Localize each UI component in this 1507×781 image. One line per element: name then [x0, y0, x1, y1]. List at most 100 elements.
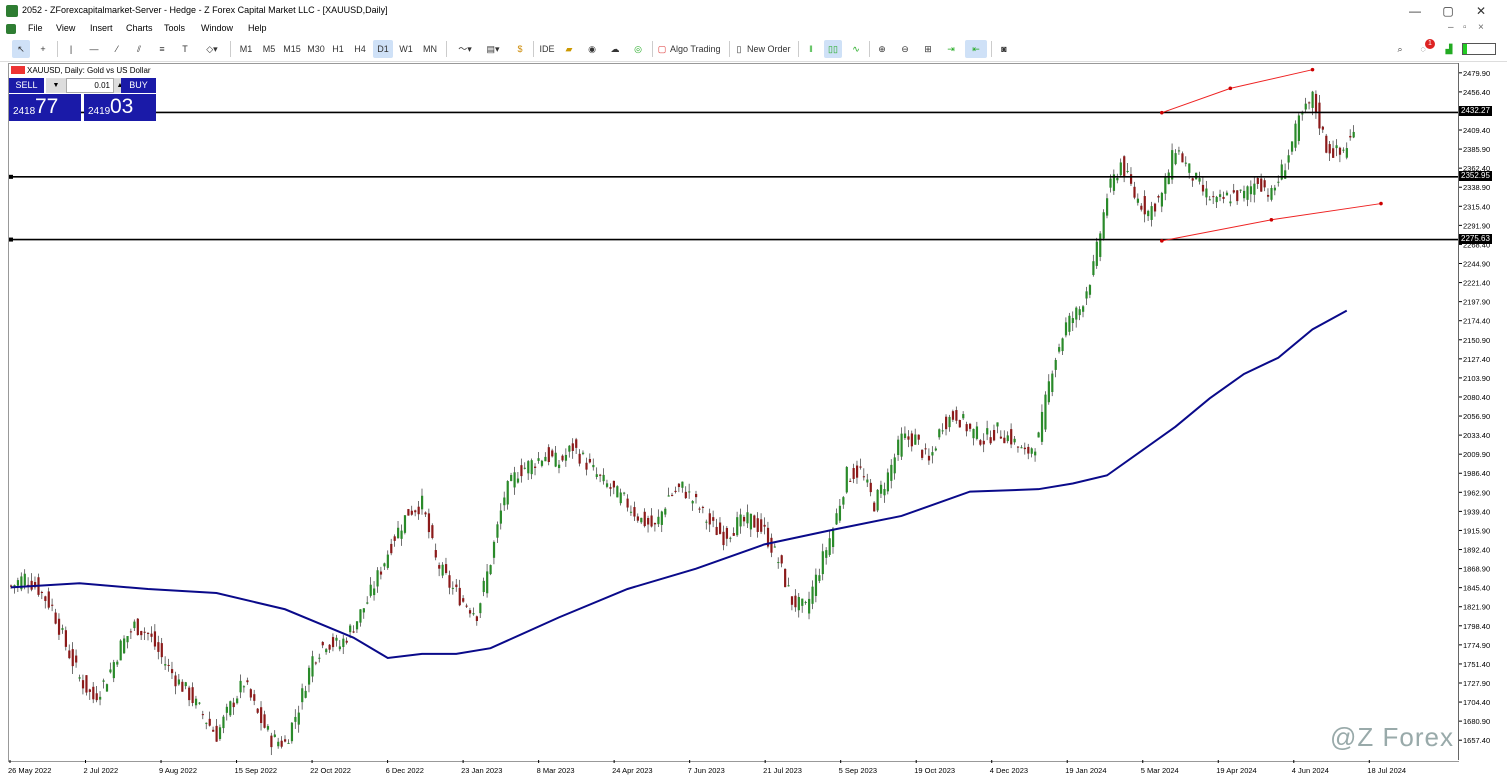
chart-canvas[interactable] [8, 63, 1459, 762]
candle-body [835, 513, 838, 525]
channel-anchor [1160, 110, 1164, 115]
community-icon[interactable]: ◎ [629, 40, 647, 58]
mdi-close-button[interactable]: × [1478, 22, 1484, 33]
new-order-icon: ▯ [736, 44, 742, 54]
lot-size-input[interactable]: 0.01 [66, 78, 114, 93]
candle-body [157, 642, 160, 652]
timeframe-h4-button[interactable]: H4 [351, 40, 369, 58]
fibonacci-icon[interactable]: ≡ [153, 40, 171, 58]
candle-body [941, 430, 944, 432]
candle-body [64, 630, 67, 647]
candle-body [438, 565, 441, 569]
mdi-minimize-button[interactable]: – [1448, 22, 1454, 33]
search-icon[interactable]: ⌕ [1391, 40, 1409, 58]
time-axis[interactable]: 26 May 2022 2 Jul 2022 9 Aug 2022 15 Sep 20… [8, 760, 1458, 778]
trendline-icon[interactable]: ⁄ [108, 40, 126, 58]
line-chart-icon[interactable]: ∿ [847, 40, 865, 58]
timeframe-h1-button[interactable]: H1 [329, 40, 347, 58]
buy-price-pips: 03 [110, 95, 134, 118]
channel-icon[interactable]: ⫽ [130, 40, 148, 58]
algo-trading-button[interactable]: Algo Trading [670, 40, 728, 58]
timeframe-m5-button[interactable]: M5 [259, 40, 279, 58]
timeframe-m15-button[interactable]: M15 [281, 40, 303, 58]
screenshot-icon[interactable]: ◙ [995, 40, 1013, 58]
candle-body [866, 479, 869, 483]
symbol-flag-icon [11, 66, 25, 74]
channel-anchor [1228, 86, 1233, 91]
candle-body [496, 524, 499, 538]
candle-body [369, 584, 372, 596]
buy-price-button[interactable]: 2419 03 [84, 94, 156, 121]
cursor-icon[interactable]: ↖ [12, 40, 30, 58]
indicators-icon[interactable]: ▤▾ [480, 40, 506, 58]
candle-body [633, 507, 636, 517]
candle-body [647, 518, 650, 525]
candle-body [907, 436, 910, 440]
shapes-icon[interactable]: ◇▾ [199, 40, 225, 58]
auto-scroll-icon[interactable]: ⇥ [942, 40, 960, 58]
price-tick-label: 2409.40 [1463, 126, 1490, 135]
text-icon[interactable]: T [176, 40, 194, 58]
market-icon[interactable]: $ [512, 40, 528, 58]
candle-body [174, 675, 177, 687]
signal-icon[interactable]: ◉ [583, 40, 601, 58]
ide-button[interactable]: IDE [538, 40, 556, 58]
sell-button[interactable]: SELL [9, 78, 44, 93]
candle-body [551, 450, 554, 457]
mdi-restore-button[interactable]: ▫ [1463, 22, 1467, 33]
timeframe-m1-button[interactable]: M1 [236, 40, 256, 58]
price-tick-label: 1892.40 [1463, 546, 1490, 555]
menu-window[interactable]: Window [201, 23, 233, 33]
lot-down-icon[interactable]: ▼ [46, 78, 66, 93]
candlestick-icon[interactable]: ▯▯ [824, 40, 842, 58]
menu-help[interactable]: Help [248, 23, 267, 33]
timeframe-w1-button[interactable]: W1 [396, 40, 416, 58]
crosshair-icon[interactable]: + [34, 40, 52, 58]
price-tick-label: 1821.90 [1463, 603, 1490, 612]
sell-price-button[interactable]: 2418 77 [9, 94, 81, 121]
app-menu-icon[interactable] [6, 24, 16, 34]
menu-file[interactable]: File [28, 23, 43, 33]
price-axis[interactable]: 2479.902456.402432.902409.402385.902362.… [1458, 63, 1499, 760]
candle-body [787, 585, 790, 587]
candle-body [701, 506, 705, 508]
timeframe-mn-button[interactable]: MN [419, 40, 441, 58]
candle-body [150, 633, 153, 637]
candle-body [1321, 126, 1324, 130]
timeframe-d1-button[interactable]: D1 [373, 40, 393, 58]
candle-body [403, 515, 407, 533]
candle-body [924, 448, 927, 450]
menu-charts[interactable]: Charts [126, 23, 153, 33]
vps-icon[interactable]: ☁ [606, 40, 624, 58]
lock-icon[interactable]: ▰ [561, 40, 577, 58]
candle-body [119, 640, 122, 661]
menu-view[interactable]: View [56, 23, 75, 33]
candle-body [585, 462, 588, 470]
candle-body [1116, 177, 1119, 181]
zoom-out-icon[interactable]: ⊖ [896, 40, 914, 58]
zoom-in-icon[interactable]: ⊕ [873, 40, 891, 58]
candle-body [366, 602, 369, 604]
candle-body [1044, 394, 1047, 430]
candle-body [890, 464, 893, 481]
menu-tools[interactable]: Tools [164, 23, 185, 33]
app-logo-icon [6, 5, 18, 17]
horizontal-line-icon[interactable]: — [85, 40, 103, 58]
candle-body [969, 423, 972, 429]
maximize-button[interactable]: ▢ [1433, 3, 1463, 19]
vertical-line-icon[interactable]: | [62, 40, 80, 58]
minimize-button[interactable]: — [1400, 3, 1430, 19]
buy-button[interactable]: BUY [121, 78, 156, 93]
tile-windows-icon[interactable]: ⊞ [919, 40, 937, 58]
candle-body [1198, 178, 1201, 182]
chart-shift-icon[interactable]: ⇤ [965, 40, 987, 58]
new-order-button[interactable]: New Order [747, 40, 795, 58]
bar-chart-icon[interactable]: ǁ [802, 40, 820, 58]
candle-body [1037, 432, 1040, 438]
chart-type-icon[interactable]: 〜▾ [452, 40, 478, 58]
menu-insert[interactable]: Insert [90, 23, 113, 33]
candle-body [523, 467, 526, 469]
close-button[interactable]: ✕ [1466, 3, 1496, 19]
candle-body [167, 664, 170, 666]
timeframe-m30-button[interactable]: M30 [305, 40, 327, 58]
